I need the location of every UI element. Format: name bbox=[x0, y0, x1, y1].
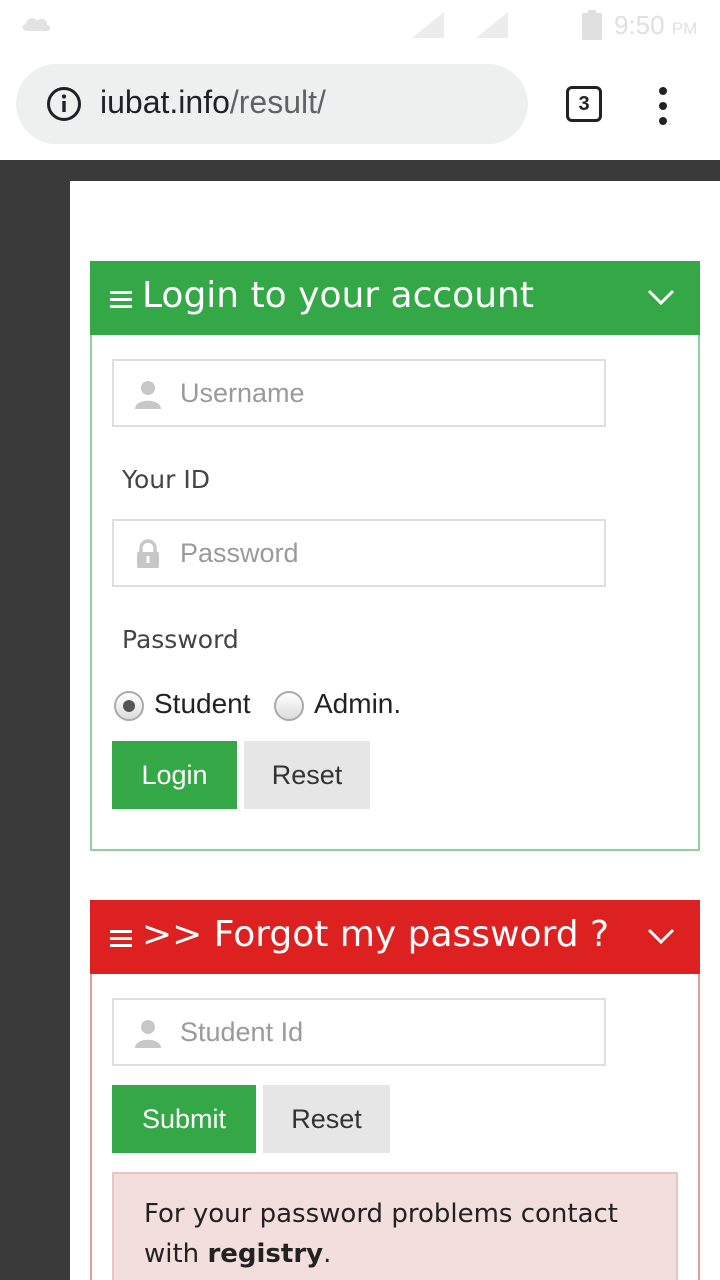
password-field[interactable]: Password bbox=[112, 519, 606, 587]
radio-student-label[interactable]: Student bbox=[154, 688, 251, 720]
forgot-password-panel: >> Forgot my password ? Student Id Submi… bbox=[90, 900, 700, 1280]
radio-student-button[interactable] bbox=[114, 691, 144, 721]
hamburger-icon bbox=[110, 930, 132, 948]
login-panel: Login to your account Username Your ID P… bbox=[90, 261, 700, 851]
url-bar[interactable]: iubat.info/result/ bbox=[16, 64, 528, 144]
signal-icon bbox=[476, 12, 508, 38]
status-time: 9:50 PM bbox=[614, 10, 698, 40]
forgot-panel-title: >> Forgot my password ? bbox=[142, 914, 610, 955]
user-icon bbox=[135, 1020, 161, 1048]
page-content: Login to your account Username Your ID P… bbox=[70, 181, 720, 1280]
password-help-notice: For your password problems contact with … bbox=[112, 1172, 678, 1280]
forgot-panel-header[interactable]: >> Forgot my password ? bbox=[90, 900, 700, 974]
username-placeholder: Username bbox=[180, 378, 305, 408]
battery-icon bbox=[582, 10, 602, 40]
tabs-icon[interactable]: 3 bbox=[566, 86, 602, 122]
info-icon[interactable] bbox=[46, 86, 82, 122]
username-field[interactable]: Username bbox=[112, 359, 606, 427]
student-id-field[interactable]: Student Id bbox=[112, 998, 606, 1066]
username-help-text: Your ID bbox=[122, 465, 210, 494]
chevron-down-icon[interactable] bbox=[646, 287, 676, 307]
page-background: Login to your account Username Your ID P… bbox=[0, 160, 720, 1280]
reset-button[interactable]: Reset bbox=[244, 741, 370, 809]
lock-icon bbox=[137, 539, 159, 568]
hamburger-icon bbox=[110, 291, 132, 309]
password-help-text: Password bbox=[122, 625, 239, 654]
submit-button[interactable]: Submit bbox=[112, 1085, 256, 1153]
notice-text: For your password problems contact with … bbox=[144, 1199, 619, 1269]
login-panel-header[interactable]: Login to your account bbox=[90, 261, 700, 335]
url-text[interactable]: iubat.info/result/ bbox=[100, 84, 326, 121]
student-id-placeholder: Student Id bbox=[180, 1017, 304, 1047]
chevron-down-icon[interactable] bbox=[646, 926, 676, 946]
signal-icon bbox=[412, 12, 444, 38]
password-placeholder: Password bbox=[180, 538, 299, 568]
login-panel-title: Login to your account bbox=[142, 275, 534, 316]
user-icon bbox=[135, 381, 161, 409]
more-menu-icon[interactable] bbox=[656, 86, 670, 126]
radio-admin-label[interactable]: Admin. bbox=[314, 688, 401, 720]
forgot-reset-button[interactable]: Reset bbox=[263, 1085, 390, 1153]
cloud-icon bbox=[22, 18, 50, 31]
radio-admin-button[interactable] bbox=[274, 691, 304, 721]
registry-text: registry bbox=[207, 1239, 324, 1269]
login-button[interactable]: Login bbox=[112, 741, 237, 809]
status-bar: 9:50 PM bbox=[0, 0, 720, 50]
browser-toolbar: iubat.info/result/ 3 bbox=[0, 50, 720, 160]
